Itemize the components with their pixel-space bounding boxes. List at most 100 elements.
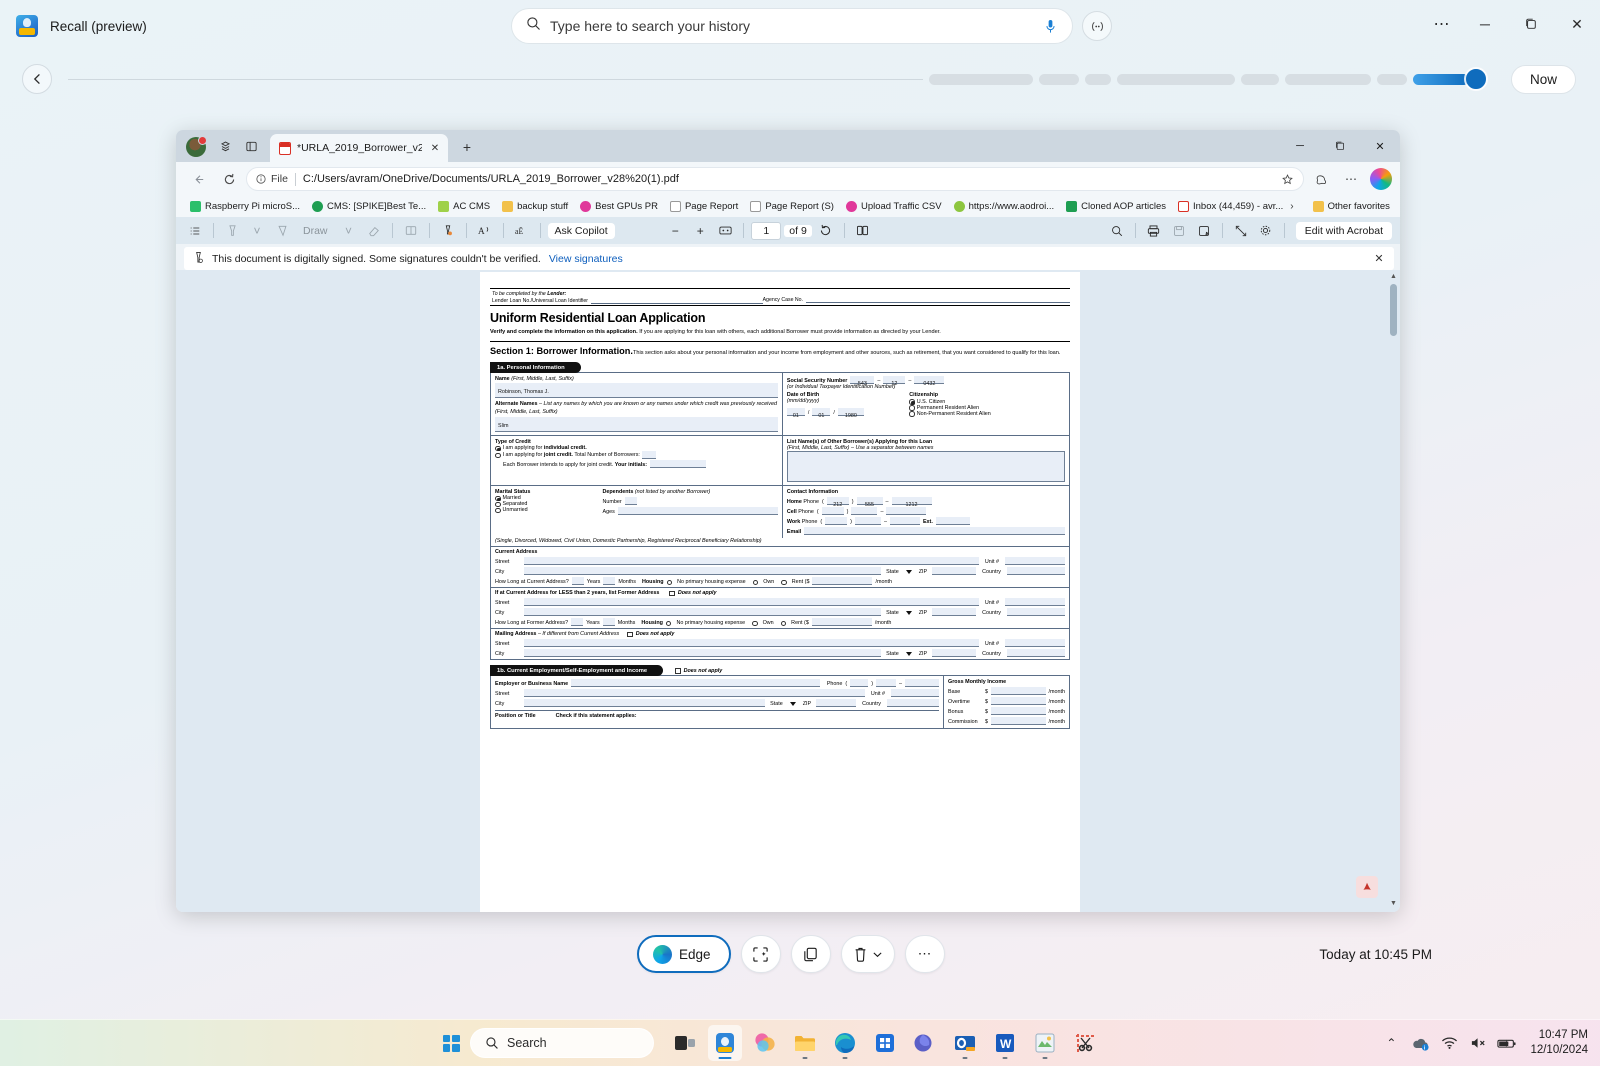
back-icon[interactable] bbox=[186, 166, 212, 192]
pdf-scrollbar[interactable]: ▲ ▼ bbox=[1389, 272, 1398, 908]
total-borrowers-field[interactable] bbox=[642, 451, 656, 459]
edge-minimize-button[interactable]: ─ bbox=[1280, 130, 1320, 162]
recall-search-input[interactable] bbox=[550, 18, 1040, 34]
dependents-number-field[interactable] bbox=[625, 497, 637, 505]
name-value[interactable]: Robinson, Thomas J. bbox=[498, 389, 549, 395]
timeline-segment[interactable] bbox=[929, 74, 1033, 85]
mailing-street-field[interactable] bbox=[524, 639, 979, 647]
citizenship-radio-us[interactable] bbox=[909, 399, 915, 405]
state-dropdown-icon[interactable] bbox=[790, 702, 796, 706]
draw-tool-icon[interactable] bbox=[271, 221, 293, 241]
ssn-part3-field[interactable]: 0432 bbox=[914, 376, 944, 384]
state-dropdown-icon[interactable] bbox=[906, 570, 912, 574]
edge-settings-more-icon[interactable]: ⋯ bbox=[1338, 166, 1364, 192]
former-does-not-apply-checkbox[interactable] bbox=[669, 591, 675, 597]
address-omnibox[interactable]: File C:/Users/avram/OneDrive/Documents/U… bbox=[246, 167, 1304, 191]
current-city-field[interactable] bbox=[524, 567, 881, 575]
other-borrowers-field[interactable] bbox=[787, 452, 1065, 482]
former-months-field[interactable] bbox=[603, 618, 615, 626]
click-to-do-icon[interactable] bbox=[1082, 11, 1112, 41]
timeline-segment[interactable] bbox=[1117, 74, 1235, 85]
dob-month-field[interactable]: 01 bbox=[787, 408, 805, 416]
cell-phone-line-field[interactable] bbox=[886, 507, 926, 515]
former-rent-amount-field[interactable] bbox=[812, 618, 872, 626]
signature-status-icon[interactable] bbox=[437, 221, 459, 241]
income-overtime-field[interactable] bbox=[991, 697, 1046, 705]
volume-muted-icon[interactable] bbox=[1468, 1033, 1488, 1053]
employer-country-field[interactable] bbox=[887, 699, 939, 707]
taskbar-search-box[interactable]: Search bbox=[470, 1028, 654, 1058]
mailing-does-not-apply-checkbox[interactable] bbox=[627, 632, 633, 638]
employer-phone-line-field[interactable] bbox=[905, 679, 939, 687]
view-signatures-link[interactable]: View signatures bbox=[549, 253, 623, 265]
current-country-field[interactable] bbox=[1007, 567, 1065, 575]
taskbar-edge-button[interactable] bbox=[828, 1025, 862, 1061]
ssn-part2-field[interactable]: 12 bbox=[883, 376, 905, 384]
taskbar-copilot-button[interactable] bbox=[748, 1025, 782, 1061]
save-as-icon[interactable] bbox=[1193, 221, 1215, 241]
page-layout-icon[interactable] bbox=[400, 221, 422, 241]
current-zip-field[interactable] bbox=[932, 567, 976, 575]
cell-phone-prefix-field[interactable] bbox=[851, 507, 877, 515]
work-phone-prefix-field[interactable] bbox=[855, 517, 881, 525]
recall-minimize-button[interactable]: ─ bbox=[1462, 1, 1508, 47]
employer-zip-field[interactable] bbox=[816, 699, 856, 707]
copilot-icon[interactable] bbox=[1370, 168, 1392, 190]
home-phone-prefix-field[interactable]: 555 bbox=[857, 497, 883, 505]
highlight-icon[interactable] bbox=[221, 221, 243, 241]
rent-amount-field[interactable] bbox=[812, 577, 872, 585]
taskbar-task-view-button[interactable] bbox=[668, 1025, 702, 1061]
timeline-now-button[interactable]: Now bbox=[1511, 65, 1576, 94]
your-initials-field[interactable] bbox=[650, 460, 706, 468]
edge-restore-button[interactable] bbox=[1320, 130, 1360, 162]
credit-radio-joint[interactable] bbox=[495, 453, 501, 459]
ask-copilot-button[interactable]: Ask Copilot bbox=[548, 223, 615, 239]
former-city-field[interactable] bbox=[524, 608, 881, 616]
taskbar-teams-button[interactable] bbox=[908, 1025, 942, 1061]
current-street-field[interactable] bbox=[524, 557, 979, 565]
edge-profile-avatar[interactable] bbox=[186, 137, 206, 157]
scroll-up-icon[interactable]: ▲ bbox=[1389, 272, 1398, 281]
taskbar-recall-button[interactable] bbox=[708, 1025, 742, 1061]
adobe-acrobat-badge[interactable] bbox=[1356, 876, 1378, 898]
timeline-segment[interactable] bbox=[1377, 74, 1407, 85]
timeline-segment[interactable] bbox=[1039, 74, 1079, 85]
rotate-icon[interactable] bbox=[815, 221, 837, 241]
state-dropdown-icon[interactable] bbox=[906, 611, 912, 615]
eraser-icon[interactable] bbox=[363, 221, 385, 241]
pdf-page-canvas[interactable]: To be completed by the Lender: Lender Lo… bbox=[480, 272, 1080, 912]
former-years-field[interactable] bbox=[571, 618, 583, 626]
scrollbar-thumb[interactable] bbox=[1390, 284, 1397, 336]
read-aloud-icon[interactable]: A bbox=[474, 221, 496, 241]
edge-close-button[interactable]: ✕ bbox=[1360, 130, 1400, 162]
work-phone-line-field[interactable] bbox=[890, 517, 920, 525]
lender-loan-no-field[interactable] bbox=[591, 297, 763, 304]
current-years-field[interactable] bbox=[572, 577, 584, 585]
scroll-down-icon[interactable]: ▼ bbox=[1389, 899, 1398, 908]
timeline-segment[interactable] bbox=[1285, 74, 1371, 85]
employer-name-field[interactable] bbox=[571, 679, 820, 687]
home-phone-area-field[interactable]: 212 bbox=[827, 497, 849, 505]
employer-street-field[interactable] bbox=[524, 689, 865, 697]
current-unit-field[interactable] bbox=[1005, 557, 1065, 565]
bookmarks-overflow-button[interactable]: › bbox=[1290, 201, 1293, 212]
taskbar-word-button[interactable]: W bbox=[988, 1025, 1022, 1061]
close-banner-icon[interactable]: ✕ bbox=[1370, 250, 1388, 268]
citizenship-radio-nonpermanent[interactable] bbox=[909, 411, 915, 417]
marital-radio-unmarried[interactable] bbox=[495, 508, 501, 514]
housing-radio-none[interactable] bbox=[667, 580, 673, 586]
ssn-part1-field[interactable]: 543 bbox=[850, 376, 874, 384]
edit-with-acrobat-button[interactable]: Edit with Acrobat bbox=[1296, 222, 1392, 240]
tab-actions-icon[interactable] bbox=[238, 133, 264, 159]
taskbar-paint-button[interactable] bbox=[1028, 1025, 1062, 1061]
open-in-edge-button[interactable]: Edge bbox=[637, 935, 731, 973]
home-phone-line-field[interactable]: 1212 bbox=[892, 497, 932, 505]
employer-phone-area-field[interactable] bbox=[850, 679, 868, 687]
income-base-field[interactable] bbox=[991, 687, 1046, 695]
employer-phone-prefix-field[interactable] bbox=[876, 679, 896, 687]
former-country-field[interactable] bbox=[1007, 608, 1065, 616]
page-view-icon[interactable] bbox=[852, 221, 874, 241]
battery-charging-icon[interactable] bbox=[1497, 1033, 1517, 1053]
draw-chevron-down-icon[interactable]: ˅ bbox=[338, 221, 360, 241]
timeline-scrubber-handle[interactable] bbox=[1466, 69, 1486, 89]
